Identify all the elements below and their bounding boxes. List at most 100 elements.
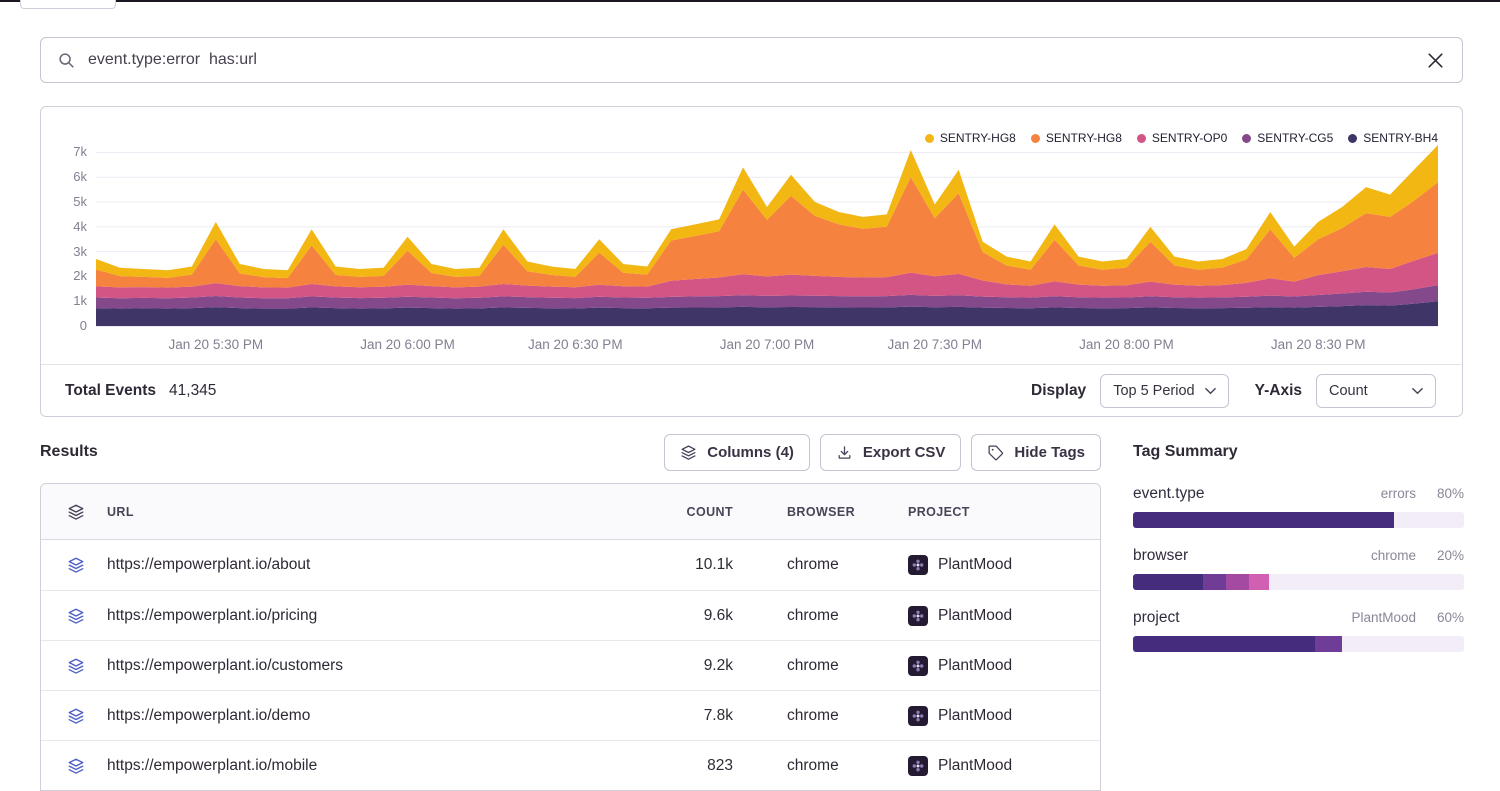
y-tick-label: 6k bbox=[73, 169, 87, 184]
browser-cell: chrome bbox=[787, 556, 908, 574]
tag-percent: 20% bbox=[1416, 548, 1464, 563]
layers-icon bbox=[41, 503, 107, 521]
tag-bar-segment bbox=[1269, 574, 1464, 590]
browser-cell: chrome bbox=[787, 657, 908, 675]
clear-search-icon[interactable] bbox=[1425, 50, 1446, 71]
chart-x-axis: Jan 20 5:30 PMJan 20 6:00 PMJan 20 6:30 … bbox=[96, 337, 1438, 357]
url-cell[interactable]: https://empowerplant.io/demo bbox=[107, 707, 623, 725]
project-avatar-icon bbox=[908, 555, 928, 575]
tag-distribution-bar[interactable] bbox=[1133, 512, 1464, 528]
project-avatar-icon bbox=[908, 606, 928, 626]
project-name: PlantMood bbox=[938, 757, 1012, 775]
results-table: URL COUNT BROWSER PROJECT https://empowe… bbox=[40, 483, 1101, 791]
yaxis-select[interactable]: Count bbox=[1316, 374, 1436, 408]
table-header-row: URL COUNT BROWSER PROJECT bbox=[41, 484, 1100, 540]
browser-cell: chrome bbox=[787, 607, 908, 625]
button-label: Columns (4) bbox=[707, 444, 794, 461]
browser-cell: chrome bbox=[787, 757, 908, 775]
tag-bar-segment bbox=[1315, 636, 1341, 652]
table-row[interactable]: https://empowerplant.io/pricing9.6k chrom… bbox=[41, 590, 1100, 640]
tag-distribution-bar[interactable] bbox=[1133, 574, 1464, 590]
tag-summary-item: projectPlantMood60% bbox=[1133, 609, 1464, 652]
y-tick-label: 7k bbox=[73, 144, 87, 159]
y-tick-label: 4k bbox=[73, 219, 87, 234]
layers-icon bbox=[41, 657, 107, 675]
url-cell[interactable]: https://empowerplant.io/mobile bbox=[107, 757, 623, 775]
tag-summary-title: Tag Summary bbox=[1133, 433, 1464, 471]
search-input[interactable]: event.type:error has:url bbox=[40, 37, 1463, 83]
table-row[interactable]: https://empowerplant.io/demo7.8kchromePl… bbox=[41, 690, 1100, 740]
tag-summary-panel: Tag Summary event.type errors80% browser ch… bbox=[1133, 433, 1464, 652]
yaxis-select-value: Count bbox=[1329, 383, 1368, 399]
count-cell: 10.1k bbox=[623, 556, 733, 574]
tag-top-value: errors bbox=[1381, 486, 1416, 501]
button-label: Export CSV bbox=[863, 444, 946, 461]
project-name: PlantMood bbox=[938, 607, 1012, 625]
column-header-project[interactable]: PROJECT bbox=[908, 505, 1101, 519]
y-tick-label: 2k bbox=[73, 268, 87, 283]
project-avatar-icon bbox=[908, 706, 928, 726]
display-select[interactable]: Top 5 Period bbox=[1100, 374, 1228, 408]
column-header-browser[interactable]: BROWSER bbox=[787, 505, 908, 519]
tag-bar-segment bbox=[1249, 574, 1269, 590]
tag-name: project bbox=[1133, 609, 1180, 627]
count-cell: 7.8k bbox=[623, 707, 733, 725]
x-tick-label: Jan 20 5:30 PM bbox=[169, 337, 264, 352]
tag-percent: 80% bbox=[1416, 486, 1464, 501]
total-events-value: 41,345 bbox=[169, 382, 216, 400]
tag-name: browser bbox=[1133, 547, 1188, 565]
project-cell[interactable]: PlantMood bbox=[908, 756, 1101, 776]
count-cell: 9.2k bbox=[623, 657, 733, 675]
column-header-count[interactable]: COUNT bbox=[623, 505, 733, 519]
url-cell[interactable]: https://empowerplant.io/customers bbox=[107, 657, 623, 675]
y-tick-label: 5k bbox=[73, 194, 87, 209]
button-label: Hide Tags bbox=[1014, 444, 1085, 461]
search-icon bbox=[57, 51, 75, 69]
tag-summary-item: browser chrome20% bbox=[1133, 547, 1464, 590]
url-cell[interactable]: https://empowerplant.io/about bbox=[107, 556, 623, 574]
search-query-text: event.type:error has:url bbox=[88, 51, 257, 69]
columns-4-button[interactable]: Columns (4) bbox=[664, 434, 810, 471]
discover-page: event.type:error has:url SENTRY-HG8SENTR… bbox=[0, 0, 1500, 791]
project-avatar-icon bbox=[908, 656, 928, 676]
tag-bar-segment bbox=[1226, 574, 1249, 590]
column-header-url[interactable]: URL bbox=[107, 505, 623, 519]
hide-tags-button[interactable]: Hide Tags bbox=[971, 434, 1101, 471]
tag-bar-segment bbox=[1342, 636, 1464, 652]
chart-footer: Total Events 41,345 Display Top 5 Period… bbox=[41, 364, 1462, 416]
top-edge-divider bbox=[0, 0, 1500, 2]
y-tick-label: 3k bbox=[73, 244, 87, 259]
tag-bar-segment bbox=[1133, 574, 1203, 590]
x-tick-label: Jan 20 7:00 PM bbox=[720, 337, 815, 352]
export-csv-button[interactable]: Export CSV bbox=[820, 434, 962, 471]
table-row[interactable]: https://empowerplant.io/customers9.2k chr… bbox=[41, 640, 1100, 690]
table-row[interactable]: https://empowerplant.io/about10.1k chrome… bbox=[41, 540, 1100, 590]
project-name: PlantMood bbox=[938, 657, 1012, 675]
count-cell: 9.6k bbox=[623, 607, 733, 625]
yaxis-label: Y-Axis bbox=[1255, 382, 1302, 400]
project-cell[interactable]: PlantMood bbox=[908, 555, 1101, 575]
project-cell[interactable]: PlantMood bbox=[908, 656, 1101, 676]
x-tick-label: Jan 20 8:00 PM bbox=[1079, 337, 1174, 352]
project-cell[interactable]: PlantMood bbox=[908, 606, 1101, 626]
y-tick-label: 1k bbox=[73, 293, 87, 308]
results-title: Results bbox=[40, 443, 98, 461]
tag-name: event.type bbox=[1133, 485, 1205, 503]
chart-svg bbox=[96, 141, 1438, 331]
tag-bar-segment bbox=[1203, 574, 1226, 590]
cutoff-toolbar-element bbox=[20, 0, 116, 9]
tag-bar-segment bbox=[1133, 636, 1315, 652]
tag-top-value: chrome bbox=[1371, 548, 1416, 563]
layers-icon bbox=[680, 444, 697, 461]
results-header: Results Columns (4) Export CSV Hide Tags bbox=[40, 433, 1101, 471]
tag-icon bbox=[987, 444, 1004, 461]
url-cell[interactable]: https://empowerplant.io/pricing bbox=[107, 607, 623, 625]
x-tick-label: Jan 20 6:30 PM bbox=[528, 337, 623, 352]
project-cell[interactable]: PlantMood bbox=[908, 706, 1101, 726]
project-name: PlantMood bbox=[938, 556, 1012, 574]
chart-y-axis: 01k2k3k4k5k6k7k bbox=[41, 141, 87, 331]
tag-summary-item: event.type errors80% bbox=[1133, 485, 1464, 528]
table-row[interactable]: https://empowerplant.io/mobile823chromeP… bbox=[41, 740, 1100, 790]
layers-icon bbox=[41, 707, 107, 725]
tag-distribution-bar[interactable] bbox=[1133, 636, 1464, 652]
